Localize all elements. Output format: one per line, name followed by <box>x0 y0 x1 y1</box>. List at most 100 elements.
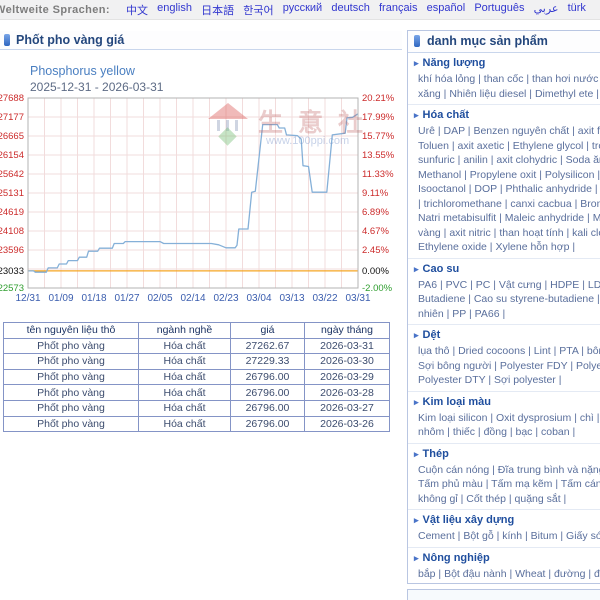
category-item-links[interactable]: không gỉ | Cốt thép | quặng sắt | <box>414 492 600 507</box>
axis-tick-label: 15.77% <box>362 131 395 142</box>
axis-tick-label: 03/22 <box>312 293 337 304</box>
axis-tick-label: 02/05 <box>147 293 172 304</box>
chevron-right-icon: ▸ <box>414 396 419 407</box>
category-item-links[interactable]: bắp | Bột đậu nành | Wheat | đường | đậu… <box>414 567 600 582</box>
price-table-body: Phốt pho vàng Hóa chất 27262.67 2026-03-31 P… <box>3 337 390 433</box>
category-title-link[interactable]: ▸ Thép <box>414 448 600 461</box>
category-item-links[interactable]: xăng | Nhiên liệu diesel | Dimethyl ete … <box>414 87 600 102</box>
axis-tick-label: 27688 <box>0 93 24 104</box>
language-link[interactable]: 日本語 <box>201 2 234 18</box>
axis-tick-label: 17.99% <box>362 112 395 123</box>
axis-tick-label: 4.67% <box>362 226 389 237</box>
table-cell: Hóa chất <box>138 353 231 370</box>
category-item-links[interactable]: Ethylene oxide | Xylene hỗn hợp | <box>414 240 600 255</box>
language-link[interactable]: deutsch <box>331 2 370 18</box>
chevron-right-icon: ▸ <box>414 515 419 525</box>
category-item-links[interactable]: Polyester DTY | Sợi polyester | <box>414 373 600 388</box>
category-item-links[interactable]: sunfuric | anilin | axit clohydric | Sod… <box>414 153 600 168</box>
category-section: ▸ Hóa chất Urê | DAP | Benzen nguyên chất … <box>408 105 600 259</box>
table-cell: Hóa chất <box>138 399 231 417</box>
axis-tick-label: 26154 <box>0 150 24 161</box>
language-link[interactable]: english <box>157 2 192 18</box>
language-link[interactable]: Português <box>474 2 524 18</box>
axis-tick-label: 23033 <box>0 266 24 277</box>
table-cell: 2026-03-26 <box>304 415 390 433</box>
category-item-links[interactable]: nhiên | PP | PA66 | <box>414 307 600 322</box>
panel-bullet-icon <box>414 35 420 47</box>
column-header: ngành nghề <box>138 322 231 339</box>
language-link[interactable]: français <box>379 2 418 18</box>
category-item-links[interactable]: nhôm | thiếc | đồng | bạc | coban | <box>414 425 600 440</box>
category-section: ▸ Dệt lụa thô | Dried cocoons | Lint | PTA… <box>408 325 600 392</box>
column-header: ngày tháng <box>304 322 390 339</box>
language-link[interactable]: عربي <box>534 2 559 18</box>
axis-tick-label: 03/31 <box>345 293 370 304</box>
category-section: ▸ Nông nghiệp bắp | Bột đậu nành | Wheat |… <box>408 548 600 584</box>
category-item-links[interactable]: Butadiene | Cao su styrene-butadiene | L… <box>414 292 600 307</box>
table-cell: Hóa chất <box>138 368 231 386</box>
category-item-links[interactable]: | trichloromethane | canxi cacbua | Brom… <box>414 197 600 212</box>
table-row: Phốt pho vàng Hóa chất 26796.00 2026-03-27 <box>3 399 390 417</box>
axis-tick-label: 01/27 <box>114 293 139 304</box>
category-title-link[interactable]: ▸ Hóa chất <box>414 109 600 122</box>
table-cell: 26796.00 <box>230 399 305 417</box>
category-item-links[interactable]: Methanol | Propylene oxit | Polysilicon … <box>414 168 600 183</box>
table-cell: Phốt pho vàng <box>3 353 139 370</box>
category-title-link[interactable]: ▸ Nông nghiệp <box>414 552 600 565</box>
page-title: Phốt pho vàng giá <box>16 33 125 47</box>
category-item-links[interactable]: Urê | DAP | Benzen nguyên chất | axit fl… <box>414 124 600 139</box>
category-item-links[interactable]: cải dầu | dầu cọ | Rapeseed | <box>414 581 600 583</box>
category-item-links[interactable]: khí hóa lỏng | than cốc | than hơi nước … <box>414 72 600 87</box>
category-item-links[interactable]: vàng | axit nitric | than hoạt tính | ka… <box>414 226 600 241</box>
language-link[interactable]: русский <box>283 2 322 18</box>
category-item-links[interactable]: Natri metabisulfit | Maleic anhydride | … <box>414 211 600 226</box>
language-link[interactable]: 中文 <box>126 2 148 18</box>
table-cell: 27229.33 <box>230 353 305 370</box>
category-title-link[interactable]: ▸ Dệt <box>414 329 600 342</box>
category-section: ▸ Năng lượng khí hóa lỏng | than cốc | tha… <box>408 53 600 105</box>
panel-bullet-icon <box>4 34 10 46</box>
chart-title: Phosphorus yellow <box>30 64 135 78</box>
category-item-links[interactable]: Cuộn cán nóng | Đĩa trung bình và nặng |… <box>414 463 600 478</box>
axis-tick-label: 2.45% <box>362 245 389 256</box>
language-link[interactable]: türk <box>568 2 586 18</box>
chevron-right-icon: ▸ <box>414 263 419 274</box>
table-row: Phốt pho vàng Hóa chất 26796.00 2026-03-26 <box>3 415 390 433</box>
language-bar: Weltweite Sprachen: 中文 english 日本語 한국어 русск… <box>0 0 600 20</box>
axis-tick-label: 25642 <box>0 169 24 180</box>
category-item-links[interactable]: Isooctanol | DOP | Phthalic anhydride | … <box>414 182 600 197</box>
chevron-right-icon: ▸ <box>414 330 419 340</box>
table-cell: 2026-03-30 <box>304 353 390 370</box>
price-table-header: tên nguyên liệu thô ngành nghề giá ngày thá… <box>3 322 390 339</box>
language-bar-label: Weltweite Sprachen: <box>0 3 110 16</box>
axis-tick-label: 6.89% <box>362 207 389 218</box>
table-cell: Phốt pho vàng <box>3 337 139 355</box>
sidebar-header: danh mục sản phẩm <box>408 31 600 53</box>
category-title-link[interactable]: ▸ Cao su <box>414 263 600 276</box>
table-cell: Phốt pho vàng <box>3 384 139 401</box>
category-title-link[interactable]: ▸ Vật liệu xây dựng <box>414 514 600 527</box>
category-item-links[interactable]: Kim loại silicon | Oxit dysprosium | chì… <box>414 411 600 426</box>
category-item-links[interactable]: Sợi bông người | Polyester FDY | Polyest… <box>414 359 600 374</box>
chevron-right-icon: ▸ <box>414 552 419 563</box>
category-item-links[interactable]: PA6 | PVC | PC | Vật cưng | HDPE | LDPE … <box>414 278 600 293</box>
language-link[interactable]: español <box>427 2 466 18</box>
language-link[interactable]: 한국어 <box>243 2 273 18</box>
table-cell: 26796.00 <box>230 368 305 386</box>
table-cell: Hóa chất <box>138 337 231 355</box>
category-item-links[interactable]: Tấm phủ màu | Tấm mạ kẽm | Tấm cán nguội… <box>414 477 600 492</box>
table-cell: Hóa chất <box>138 384 231 401</box>
chevron-right-icon: ▸ <box>414 58 419 68</box>
category-title-link[interactable]: ▸ Năng lượng <box>414 57 600 70</box>
category-title-label: Thép <box>422 447 449 460</box>
category-item-links[interactable]: Cement | Bột gỗ | kính | Bitum | Giấy só… <box>414 529 600 544</box>
category-item-links[interactable]: Toluen | axit axetic | Ethylene glycol |… <box>414 139 600 154</box>
category-title-label: Dệt <box>422 329 441 341</box>
axis-tick-label: 20.21% <box>362 93 395 104</box>
axis-tick-label: 01/18 <box>81 293 106 304</box>
category-item-links[interactable]: lụa thô | Dried cocoons | Lint | PTA | b… <box>414 344 600 359</box>
column-header: tên nguyên liệu thô <box>3 322 139 339</box>
category-title-link[interactable]: ▸ Kim loại màu <box>414 396 600 409</box>
chevron-right-icon: ▸ <box>414 110 419 120</box>
axis-tick-label: 12/31 <box>15 293 40 304</box>
